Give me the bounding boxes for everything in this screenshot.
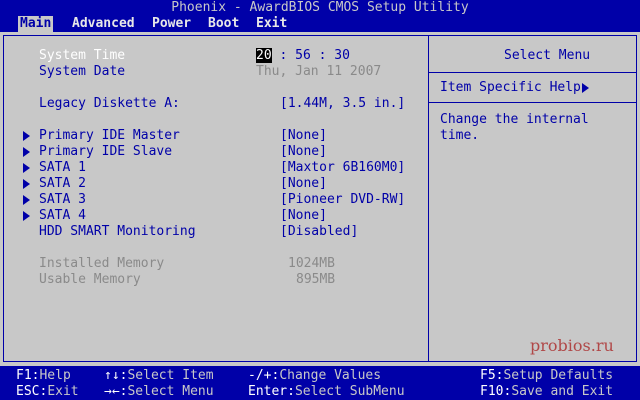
sata4-value[interactable]: [None] xyxy=(280,208,327,224)
menu-boot[interactable]: Boot xyxy=(206,16,241,32)
submenu-arrow-icon xyxy=(23,163,30,173)
menu-main[interactable]: Main xyxy=(18,16,54,32)
submenu-arrow-icon xyxy=(23,195,30,205)
footer-esc-exit[interactable]: ESC:Exit xyxy=(16,384,79,400)
menu-bar: Main Advanced Power Boot Exit xyxy=(0,16,640,32)
sata2-value[interactable]: [None] xyxy=(280,176,327,192)
f10-key: F10: xyxy=(480,384,512,399)
esc-desc: Exit xyxy=(47,384,79,399)
help-separator xyxy=(429,72,637,73)
menu-power[interactable]: Power xyxy=(150,16,193,32)
save-exit-desc: Save and Exit xyxy=(511,384,614,399)
system-time-label[interactable]: System Time xyxy=(39,48,125,64)
sata2-label[interactable]: SATA 2 xyxy=(39,176,86,192)
installed-memory-value: 1024MB xyxy=(288,256,335,271)
help-separator xyxy=(429,102,637,103)
system-date-label[interactable]: System Date xyxy=(39,64,125,80)
sata1-value[interactable]: [Maxtor 6B160M0] xyxy=(280,160,405,176)
submenu-arrow-icon xyxy=(23,179,30,189)
select-item-desc: Select Item xyxy=(127,368,214,383)
enter-key: Enter: xyxy=(248,384,295,399)
up-down-key: ↑↓: xyxy=(104,368,128,383)
title-text: Phoenix - AwardBIOS CMOS Setup Utility xyxy=(171,0,469,15)
footer-bar: F1:Help ESC:Exit ↑↓:Select Item →←:Selec… xyxy=(0,366,640,400)
legacy-diskette-label[interactable]: Legacy Diskette A: xyxy=(39,96,180,112)
menu-exit[interactable]: Exit xyxy=(254,16,289,32)
submenu-arrow-icon xyxy=(23,147,30,157)
plus-minus-key: -/+: xyxy=(248,368,280,383)
f1-key: F1: xyxy=(16,368,40,383)
title-bar: Phoenix - AwardBIOS CMOS Setup Utility xyxy=(0,0,640,16)
usable-memory-label: Usable Memory xyxy=(39,272,141,287)
select-submenu-desc: Select SubMenu xyxy=(294,384,405,399)
footer-select-item[interactable]: ↑↓:Select Item xyxy=(104,368,214,384)
sata4-label[interactable]: SATA 4 xyxy=(39,208,86,224)
help-text-line1: Change the internal xyxy=(440,112,589,127)
footer-save-exit[interactable]: F10:Save and Exit xyxy=(480,384,613,400)
primary-ide-master-value[interactable]: [None] xyxy=(280,128,327,144)
system-time-value[interactable]: 20 : 56 : 30 xyxy=(256,48,350,64)
primary-ide-slave-label[interactable]: Primary IDE Slave xyxy=(39,144,172,160)
f5-key: F5: xyxy=(480,368,504,383)
hdd-smart-label[interactable]: HDD SMART Monitoring xyxy=(39,224,196,240)
menu-advanced[interactable]: Advanced xyxy=(70,16,137,32)
primary-ide-master-label[interactable]: Primary IDE Master xyxy=(39,128,180,144)
left-right-key: →←: xyxy=(104,384,128,399)
installed-memory-label: Installed Memory xyxy=(39,256,165,271)
sata3-value[interactable]: [Pioneer DVD-RW] xyxy=(280,192,405,208)
sata3-label[interactable]: SATA 3 xyxy=(39,192,86,208)
hdd-smart-value[interactable]: [Disabled] xyxy=(280,224,358,240)
footer-setup-defaults[interactable]: F5:Setup Defaults xyxy=(480,368,613,384)
f1-desc: Help xyxy=(39,368,71,383)
watermark-logo: probios.ru xyxy=(530,336,614,355)
usable-memory-value: 895MB xyxy=(296,272,336,287)
esc-key: ESC: xyxy=(16,384,48,399)
system-time-hour-field[interactable]: 20 xyxy=(256,48,272,63)
legacy-diskette-value[interactable]: [1.44M, 3.5 in.] xyxy=(280,96,405,112)
submenu-arrow-icon xyxy=(23,131,30,141)
setup-defaults-desc: Setup Defaults xyxy=(503,368,614,383)
submenu-arrow-icon xyxy=(23,211,30,221)
footer-change-values[interactable]: -/+:Change Values xyxy=(248,368,381,384)
help-panel-title: Select Menu xyxy=(504,48,591,63)
primary-ide-slave-value[interactable]: [None] xyxy=(280,144,327,160)
change-values-desc: Change Values xyxy=(279,368,382,383)
footer-select-submenu[interactable]: Enter:Select SubMenu xyxy=(248,384,405,400)
footer-select-menu[interactable]: →←:Select Menu xyxy=(104,384,214,400)
system-time-rest[interactable]: : 56 : 30 xyxy=(279,48,349,63)
panel-divider xyxy=(428,36,429,361)
system-date-value[interactable]: Thu, Jan 11 2007 xyxy=(256,64,381,80)
footer-f1-help[interactable]: F1:Help xyxy=(16,368,71,384)
item-specific-help-heading: Item Specific Help xyxy=(440,80,581,95)
sata1-label[interactable]: SATA 1 xyxy=(39,160,86,176)
help-arrow-icon xyxy=(582,83,589,93)
select-menu-desc: Select Menu xyxy=(127,384,214,399)
help-text-line2: time. xyxy=(440,128,480,143)
